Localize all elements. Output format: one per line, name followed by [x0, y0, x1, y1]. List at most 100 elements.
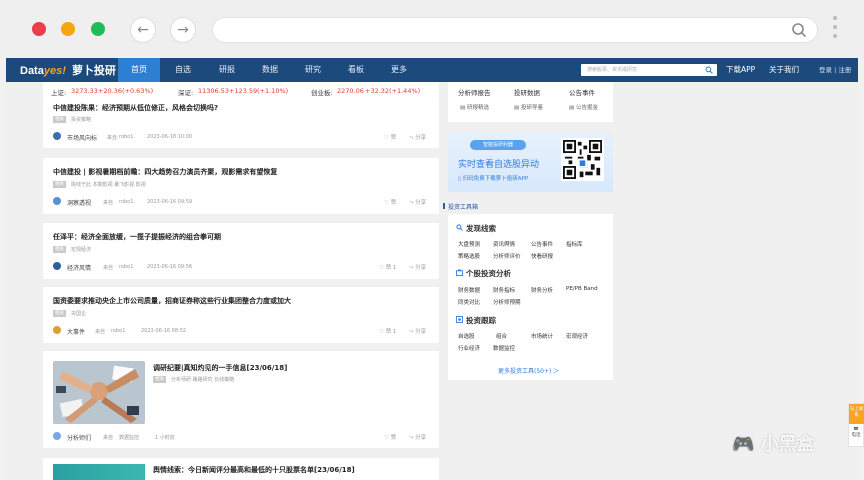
nav-research[interactable]: 研究 — [294, 58, 332, 82]
teamwork-image — [53, 361, 145, 424]
feed-card-source[interactable]: 洞察透视 — [67, 198, 91, 207]
phone-contact[interactable]: ☎ 电话 — [849, 427, 863, 438]
tool-indicator-library[interactable]: 指标库 — [566, 240, 583, 248]
tool-financial-analysis[interactable]: 财务分析 — [531, 286, 553, 294]
contact-float[interactable]: 马上联系 ☎ 电话 — [848, 403, 864, 447]
feed-card[interactable]: 任泽平：经济全面放缓，一揽子提振经济的组合拳可期 相关 宏观经济 经济风情 来自… — [43, 223, 439, 279]
site-search-input[interactable]: 搜索股票、资讯或研究 — [581, 64, 717, 76]
nav-more[interactable]: 更多 — [380, 58, 418, 82]
search-icon — [792, 23, 807, 38]
feed-card[interactable]: 中信建投 | 影视暑期档前瞻：四大趋势召力演员齐聚，观影需求有望恢复 相关 院线… — [43, 158, 439, 214]
feed-card-author: robo1 — [119, 134, 134, 140]
quick-link-announcements[interactable]: 公告事件 — [569, 87, 595, 97]
quick-link-featured-reports[interactable]: ▤ 研报精选 — [460, 103, 489, 111]
download-app-link[interactable]: 下载APP — [726, 58, 755, 82]
tool-market-stats[interactable]: 市场统计 — [531, 332, 553, 340]
feed-card-tag: 相关 — [53, 246, 66, 253]
share-button[interactable]: ⤳ 分享 — [409, 133, 426, 142]
nav-reports[interactable]: 研报 — [208, 58, 246, 82]
browser-menu-icon[interactable] — [832, 16, 838, 44]
feed-card-source[interactable]: 经济风情 — [67, 263, 91, 272]
quick-link-label: 投研导鉴 — [520, 105, 543, 111]
share-button[interactable]: ⤳ 分享 — [409, 198, 426, 207]
feed-card-source[interactable]: 市场风向标 — [67, 133, 97, 142]
tool-news-sentiment[interactable]: 资讯舆情 — [493, 240, 515, 248]
login-register-link[interactable]: 登录 | 注册 — [819, 58, 851, 82]
share-button[interactable]: ⤳ 分享 — [409, 433, 426, 442]
tool-macro-economy[interactable]: 宏观经济 — [566, 332, 588, 340]
site-header: Datayes! 萝卜投研 首页 自选 研报 数据 研究 看板 更多 搜索股票、… — [6, 58, 858, 82]
nav-home[interactable]: 首页 — [118, 58, 160, 82]
quick-link-analyst-reports[interactable]: 分析师报告 — [458, 87, 491, 97]
like-button[interactable]: ♡ 赞 — [384, 133, 396, 141]
like-count: 赞 — [390, 200, 397, 206]
tool-market-forecast[interactable]: 大盘预测 — [458, 240, 480, 248]
feed-card-tag-text[interactable]: 央国企 — [71, 310, 86, 317]
tool-strategy-screener[interactable]: 策略选股 — [458, 252, 480, 260]
feed-card-title[interactable]: 舆情线索：今日新闻评分最高和最低的十只股票名单[23/06/18] — [153, 465, 355, 475]
site-logo[interactable]: Datayes! 萝卜投研 — [20, 62, 116, 78]
address-bar[interactable] — [212, 17, 818, 43]
tool-industry-economy[interactable]: 行业经济 — [458, 344, 480, 352]
tool-announcement-events[interactable]: 公告事件 — [531, 240, 553, 248]
feed-card[interactable]: 舆情线索：今日新闻评分最高和最低的十只股票名单[23/06/18] — [43, 458, 439, 480]
feed-card-title[interactable]: 中信建投陈果：经济预期从低位修正，风格会切换吗? — [53, 103, 218, 113]
share-button[interactable]: ⤳ 分享 — [409, 263, 426, 272]
contact-now-button[interactable]: 马上联系 — [849, 404, 864, 424]
back-button[interactable]: ← — [130, 17, 156, 43]
feed-card-title[interactable]: 任泽平：经济全面放缓，一揽子提振经济的组合拳可期 — [53, 232, 221, 242]
sh-value: 3273.33 — [71, 87, 98, 95]
like-button[interactable]: ♡ 赞 1 — [379, 263, 396, 271]
feed-card-title[interactable]: 中信建投 | 影视暑期档前瞻：四大趋势召力演员齐聚，观影需求有望恢复 — [53, 167, 277, 177]
feed-card-tag-text[interactable]: 分析师研 路路研究 长线策略 — [171, 376, 234, 383]
minimize-window-button[interactable] — [61, 22, 75, 36]
article-thumbnail[interactable] — [53, 361, 145, 424]
tool-analyst-rating[interactable]: 分析师评价 — [493, 252, 521, 260]
tool-data-monitoring[interactable]: 数据监控 — [493, 344, 515, 352]
promo-pill: 智能投研利器 — [470, 140, 526, 150]
tool-quick-reports[interactable]: 快看研报 — [531, 252, 553, 260]
feed-card[interactable]: 调研纪要|真知灼见的一手信息[23/06/18] 相关 分析师研 路路研究 长线… — [43, 351, 439, 448]
about-us-link[interactable]: 关于我们 — [769, 58, 799, 82]
feed-card[interactable]: 中信建投陈果：经济预期从低位修正，风格会切换吗? 相关 投资策略 市场风向标 来… — [43, 100, 439, 148]
feed-card-tag-text[interactable]: 投资策略 — [71, 116, 91, 123]
like-button[interactable]: ♡ 赞 1 — [379, 327, 396, 335]
quick-link-announcement-mining[interactable]: ▤ 公告掘金 — [569, 103, 598, 111]
qr-code — [561, 138, 604, 181]
nav-dashboard[interactable]: 看板 — [337, 58, 375, 82]
feed-card-title[interactable]: 国资委要求推动央企上市公司质量，招商证券称这些行业集团整合力度或加大 — [53, 296, 291, 306]
article-thumbnail[interactable] — [53, 464, 145, 480]
tool-watchlist[interactable]: 自选股 — [458, 332, 475, 340]
tools-heading-discover: 发现线索 — [466, 224, 496, 233]
search-icon[interactable] — [705, 66, 713, 74]
quick-link-research-guide[interactable]: ▤ 投研导鉴 — [514, 103, 543, 111]
like-button[interactable]: ♡ 赞 — [384, 198, 396, 206]
more-tools-link[interactable]: 更多投资工具(50+) ＞ — [498, 366, 559, 375]
like-button[interactable]: ♡ 赞 — [384, 433, 396, 441]
feed-card-tag-text[interactable]: 宏观经济 — [71, 246, 91, 253]
close-window-button[interactable] — [32, 22, 46, 36]
feed-card-tag-text[interactable]: 院线于此 本期影视 暑飞影视 影视 — [71, 181, 146, 188]
feed-card-source[interactable]: 大事件 — [67, 327, 85, 336]
feed-card-source[interactable]: 分析师们 — [67, 433, 91, 442]
cy-pct: (+1.44%) — [389, 87, 421, 95]
maximize-window-button[interactable] — [91, 22, 105, 36]
tool-analyst-expectations[interactable]: 分析师预期 — [493, 298, 521, 306]
nav-watchlist[interactable]: 自选 — [164, 58, 202, 82]
tools-heading-stock-analysis: 个股投资分析 — [466, 269, 511, 278]
forward-button[interactable]: → — [170, 17, 196, 43]
tool-portfolio[interactable]: 组合 — [496, 332, 507, 340]
tool-financial-indicators[interactable]: 财务指标 — [493, 286, 515, 294]
share-button[interactable]: ⤳ 分享 — [409, 327, 426, 336]
tool-financial-data[interactable]: 财务数据 — [458, 286, 480, 294]
nav-data[interactable]: 数据 — [251, 58, 289, 82]
feed-card-title[interactable]: 调研纪要|真知灼见的一手信息[23/06/18] — [153, 363, 287, 373]
tool-pe-pb-band[interactable]: PE/PB Band — [566, 286, 598, 292]
feed-card-author: robo1 — [119, 264, 134, 270]
app-promo-banner[interactable]: 智能投研利器 实时查看自选股异动 ▯ 扫码免费下载萝卜投研APP — [448, 132, 613, 192]
qr-code-icon — [563, 140, 602, 179]
tool-peer-comparison[interactable]: 同类对比 — [458, 298, 480, 306]
quick-link-research-data[interactable]: 投研数据 — [514, 87, 540, 97]
feed-card[interactable]: 国资委要求推动央企上市公司质量，招商证券称这些行业集团整合力度或加大 相关 央国… — [43, 287, 439, 343]
search-icon — [456, 224, 463, 231]
